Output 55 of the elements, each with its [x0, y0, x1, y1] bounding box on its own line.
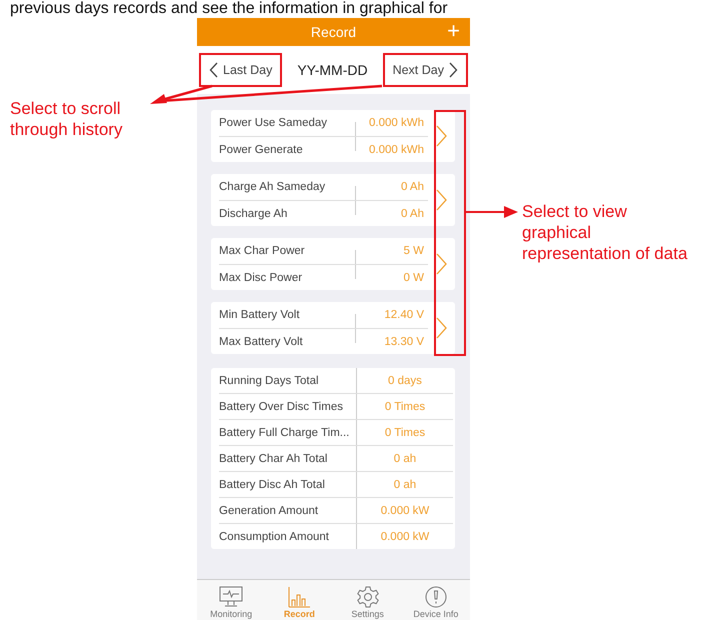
record-label: Charge Ah Sameday [219, 180, 326, 192]
total-label: Battery Char Ah Total [219, 446, 357, 471]
record-value: 12.40 V [383, 308, 425, 320]
screen-title: Record [310, 24, 356, 40]
annotation-text: Select to scroll through history [10, 98, 124, 140]
total-label: Battery Full Charge Tim... [219, 420, 357, 445]
annotation-text: Select to view graphical representation of data [522, 201, 688, 264]
chevron-right-icon [436, 125, 447, 147]
record-value: 0 Ah [400, 208, 425, 220]
record-value: 0 W [402, 272, 425, 284]
next-day-button[interactable]: Next Day [382, 53, 468, 87]
chevron-right-icon [436, 317, 447, 339]
chevron-right-icon [436, 189, 447, 211]
record-value: 0.000 kWh [368, 144, 425, 156]
total-value: 0 ah [392, 478, 418, 490]
bar-chart-icon [287, 586, 312, 608]
record-label: Max Battery Volt [219, 336, 304, 348]
record-label: Power Generate [219, 144, 304, 156]
tab[interactable]: Device Info [402, 580, 470, 620]
record-card[interactable]: Charge Ah Sameday 0 Ah Discharge Ah 0 Ah [211, 174, 455, 226]
record-card[interactable]: Power Use Sameday 0.000 kWh Power Generate 0.000 kWh [211, 110, 455, 162]
tab[interactable]: Settings [334, 580, 402, 620]
total-label: Battery Disc Ah Total [219, 472, 357, 497]
record-card[interactable]: Min Battery Volt 12.40 V Max Battery Volt 13.30 V [211, 302, 455, 354]
record-label: Min Battery Volt [219, 308, 301, 320]
total-label: Battery Over Disc Times [219, 394, 357, 419]
total-value: 0.000 kW [380, 530, 430, 542]
total-value: 0.000 kW [380, 504, 430, 516]
monitor-icon [219, 586, 244, 608]
exclamation-icon [424, 586, 447, 608]
record-label: Power Use Sameday [219, 116, 328, 128]
last-day-button[interactable]: Last Day [199, 53, 282, 87]
total-label: Generation Amount [219, 498, 357, 523]
chevron-right-icon [436, 253, 447, 275]
record-label: Max Char Power [219, 244, 306, 256]
total-label: Consumption Amount [219, 524, 357, 549]
record-label: Discharge Ah [219, 208, 288, 220]
caption-text: previous days records and see the information in graphical for [9, 0, 449, 18]
record-label: Max Disc Power [219, 272, 304, 284]
record-value: 0 Ah [400, 180, 425, 192]
chevron-right-icon [448, 62, 458, 78]
total-value: 0 Times [384, 400, 426, 412]
annotation-arrow [464, 206, 518, 218]
total-value: 0 ah [392, 452, 418, 464]
chevron-left-icon [209, 62, 218, 78]
tab[interactable]: Monitoring [197, 580, 266, 620]
date-label: YY-MM-DD [297, 62, 368, 78]
settings-icon [356, 586, 379, 608]
record-value: 0.000 kWh [368, 116, 425, 128]
total-label: Running Days Total [219, 368, 357, 393]
record-value: 13.30 V [383, 336, 425, 348]
total-value: 0 days [387, 374, 423, 386]
record-value: 5 W [402, 244, 425, 256]
record-card[interactable]: Max Char Power 5 W Max Disc Power 0 W [211, 238, 455, 290]
total-value: 0 Times [384, 426, 426, 438]
